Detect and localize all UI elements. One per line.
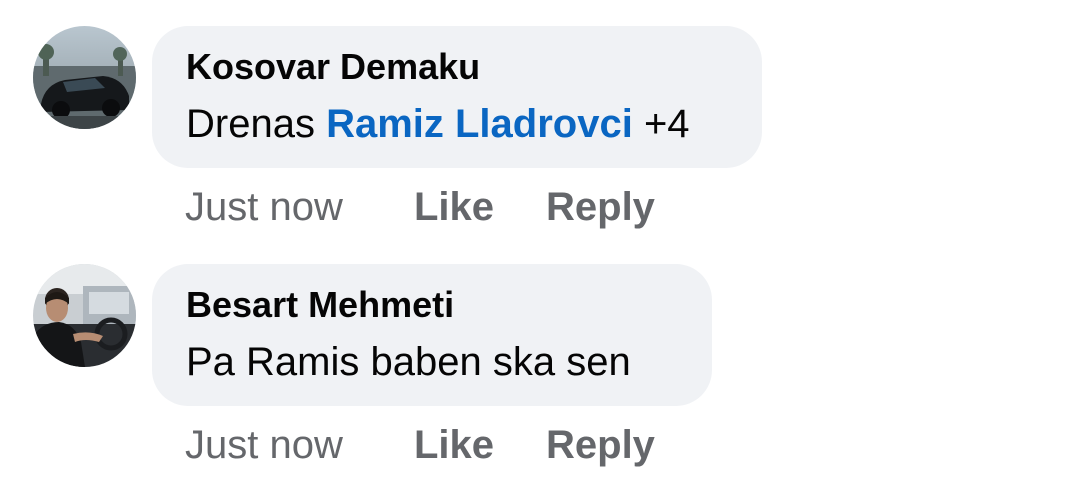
comment-author[interactable]: Besart Mehmeti — [186, 284, 454, 326]
reply-button[interactable]: Reply — [546, 423, 655, 468]
comment-text: Pa Ramis baben ska sen — [186, 340, 631, 384]
comment-bubble: Kosovar Demaku Drenas Ramiz Lladrovci +4 — [152, 26, 762, 168]
profile-photo-icon — [33, 26, 136, 129]
like-button[interactable]: Like — [414, 185, 494, 230]
comment-timestamp[interactable]: Just now — [185, 185, 343, 230]
comment-text: Drenas Ramiz Lladrovci +4 — [186, 102, 690, 147]
comment-author[interactable]: Kosovar Demaku — [186, 46, 480, 88]
mention-link[interactable]: Ramiz Lladrovci — [326, 102, 633, 146]
reply-button[interactable]: Reply — [546, 185, 655, 230]
avatar[interactable] — [33, 26, 136, 129]
comment-text-suffix: +4 — [632, 102, 690, 146]
comment-timestamp[interactable]: Just now — [185, 423, 343, 468]
comment-bubble: Besart Mehmeti Pa Ramis baben ska sen — [152, 264, 712, 406]
comment-text-prefix: Drenas — [186, 102, 327, 146]
like-button[interactable]: Like — [414, 423, 494, 468]
avatar[interactable] — [33, 264, 136, 367]
profile-photo-icon — [33, 264, 136, 367]
